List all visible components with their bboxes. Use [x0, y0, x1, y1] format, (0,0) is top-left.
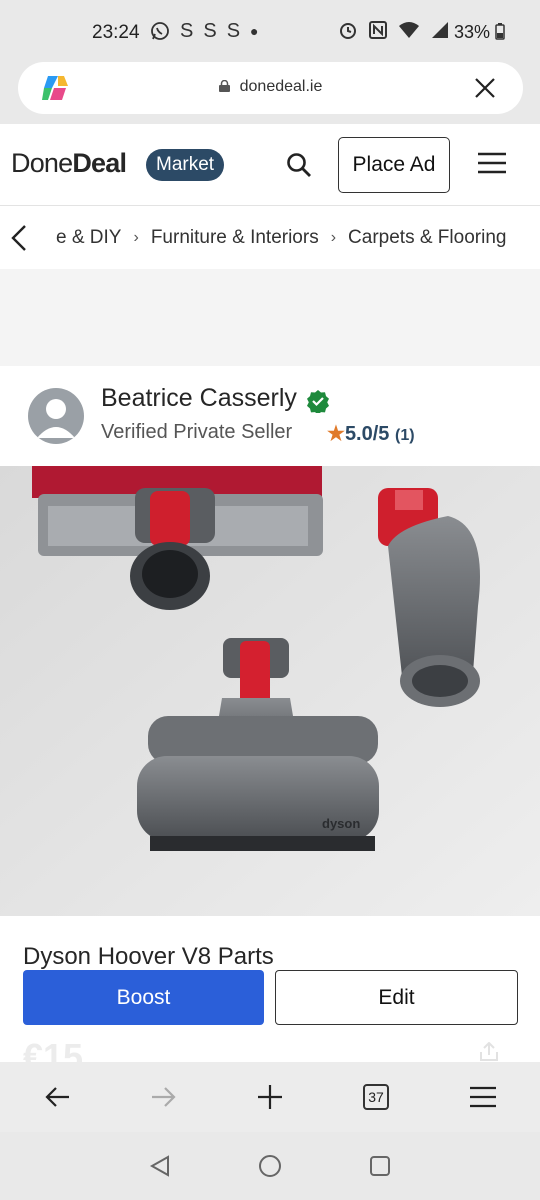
- rating-value: 5.0/5: [344, 423, 390, 445]
- boost-button[interactable]: Boost: [23, 970, 264, 1025]
- android-nav-bar: [0, 1132, 540, 1200]
- url-display[interactable]: donedeal.ie: [18, 78, 523, 96]
- listing-title: Dyson Hoover V8 Parts: [23, 943, 274, 970]
- user-icon: [37, 399, 75, 438]
- status-time: 23:24: [92, 22, 140, 43]
- signal-icon: [432, 22, 448, 38]
- battery-icon: [495, 23, 505, 40]
- dyson-logo: dyson: [322, 816, 360, 831]
- rating-count: (1): [394, 427, 415, 444]
- edit-button[interactable]: Edit: [275, 970, 518, 1025]
- place-ad-button[interactable]: Place Ad: [338, 137, 450, 193]
- breadcrumb-items: e & DIY › Furniture & Interiors › Carpet…: [56, 227, 506, 249]
- status-notification-icons: S S S ●: [150, 20, 259, 42]
- s-icon: S: [203, 20, 217, 42]
- seller-rating[interactable]: ★5.0/5 (1): [327, 421, 415, 446]
- star-icon: ★: [327, 423, 345, 445]
- s-icon: S: [226, 20, 241, 42]
- seller-type: Verified Private Seller: [101, 421, 293, 443]
- browser-address-area: donedeal.ie: [0, 62, 540, 124]
- avatar[interactable]: [28, 388, 84, 444]
- nav-back-icon[interactable]: [148, 1154, 172, 1178]
- browser-menu-icon[interactable]: [468, 1082, 498, 1112]
- status-bar: 23:24 S S S ● 33%: [0, 0, 540, 62]
- new-tab-plus-icon[interactable]: [255, 1082, 285, 1112]
- nfc-icon: [369, 21, 387, 39]
- site-header: DoneDeal Market Place Ad: [0, 124, 540, 206]
- alarm-icon: [340, 23, 356, 39]
- share-icon[interactable]: [478, 1042, 500, 1062]
- listing-photo[interactable]: dyson: [0, 466, 540, 916]
- lock-icon: [218, 80, 230, 92]
- ad-spacer: [0, 269, 540, 366]
- address-bar[interactable]: donedeal.ie: [18, 62, 523, 114]
- search-icon[interactable]: [286, 152, 312, 178]
- back-arrow-icon[interactable]: [43, 1082, 73, 1112]
- browser-toolbar: 37: [0, 1062, 540, 1132]
- forward-arrow-icon[interactable]: [148, 1082, 178, 1112]
- battery-level: 33%: [454, 22, 505, 43]
- donedeal-logo[interactable]: DoneDeal: [11, 148, 127, 179]
- breadcrumb-item[interactable]: Furniture & Interiors: [151, 227, 319, 249]
- market-badge[interactable]: Market: [146, 149, 225, 181]
- chevron-right-icon: ›: [330, 229, 337, 246]
- dyson-parts-image: dyson: [0, 466, 540, 916]
- nav-recents-icon[interactable]: [368, 1154, 392, 1178]
- battery-percent: 33%: [454, 22, 491, 42]
- verified-badge-icon: [307, 390, 329, 413]
- logo-done: Done: [11, 148, 73, 178]
- whatsapp-icon: [151, 22, 169, 40]
- nav-home-icon[interactable]: [258, 1154, 282, 1178]
- chevron-left-icon[interactable]: [8, 223, 30, 253]
- close-icon[interactable]: [473, 76, 497, 100]
- s-icon: S: [180, 20, 194, 42]
- logo-deal: Deal: [72, 148, 127, 178]
- chevron-right-icon: ›: [133, 229, 139, 246]
- hamburger-menu-icon[interactable]: [477, 152, 507, 174]
- breadcrumb-item[interactable]: e & DIY: [56, 227, 121, 249]
- dot-icon: ●: [250, 23, 259, 39]
- url-text: donedeal.ie: [239, 78, 323, 95]
- breadcrumb-item[interactable]: Carpets & Flooring: [348, 227, 506, 249]
- seller-card[interactable]: Beatrice Casserly Verified Private Selle…: [0, 366, 540, 466]
- breadcrumb: e & DIY › Furniture & Interiors › Carpet…: [0, 207, 540, 269]
- tabs-count-button[interactable]: 37: [363, 1084, 389, 1110]
- wifi-icon: [399, 22, 419, 38]
- seller-name[interactable]: Beatrice Casserly: [101, 384, 297, 413]
- status-system-icons: [338, 20, 450, 40]
